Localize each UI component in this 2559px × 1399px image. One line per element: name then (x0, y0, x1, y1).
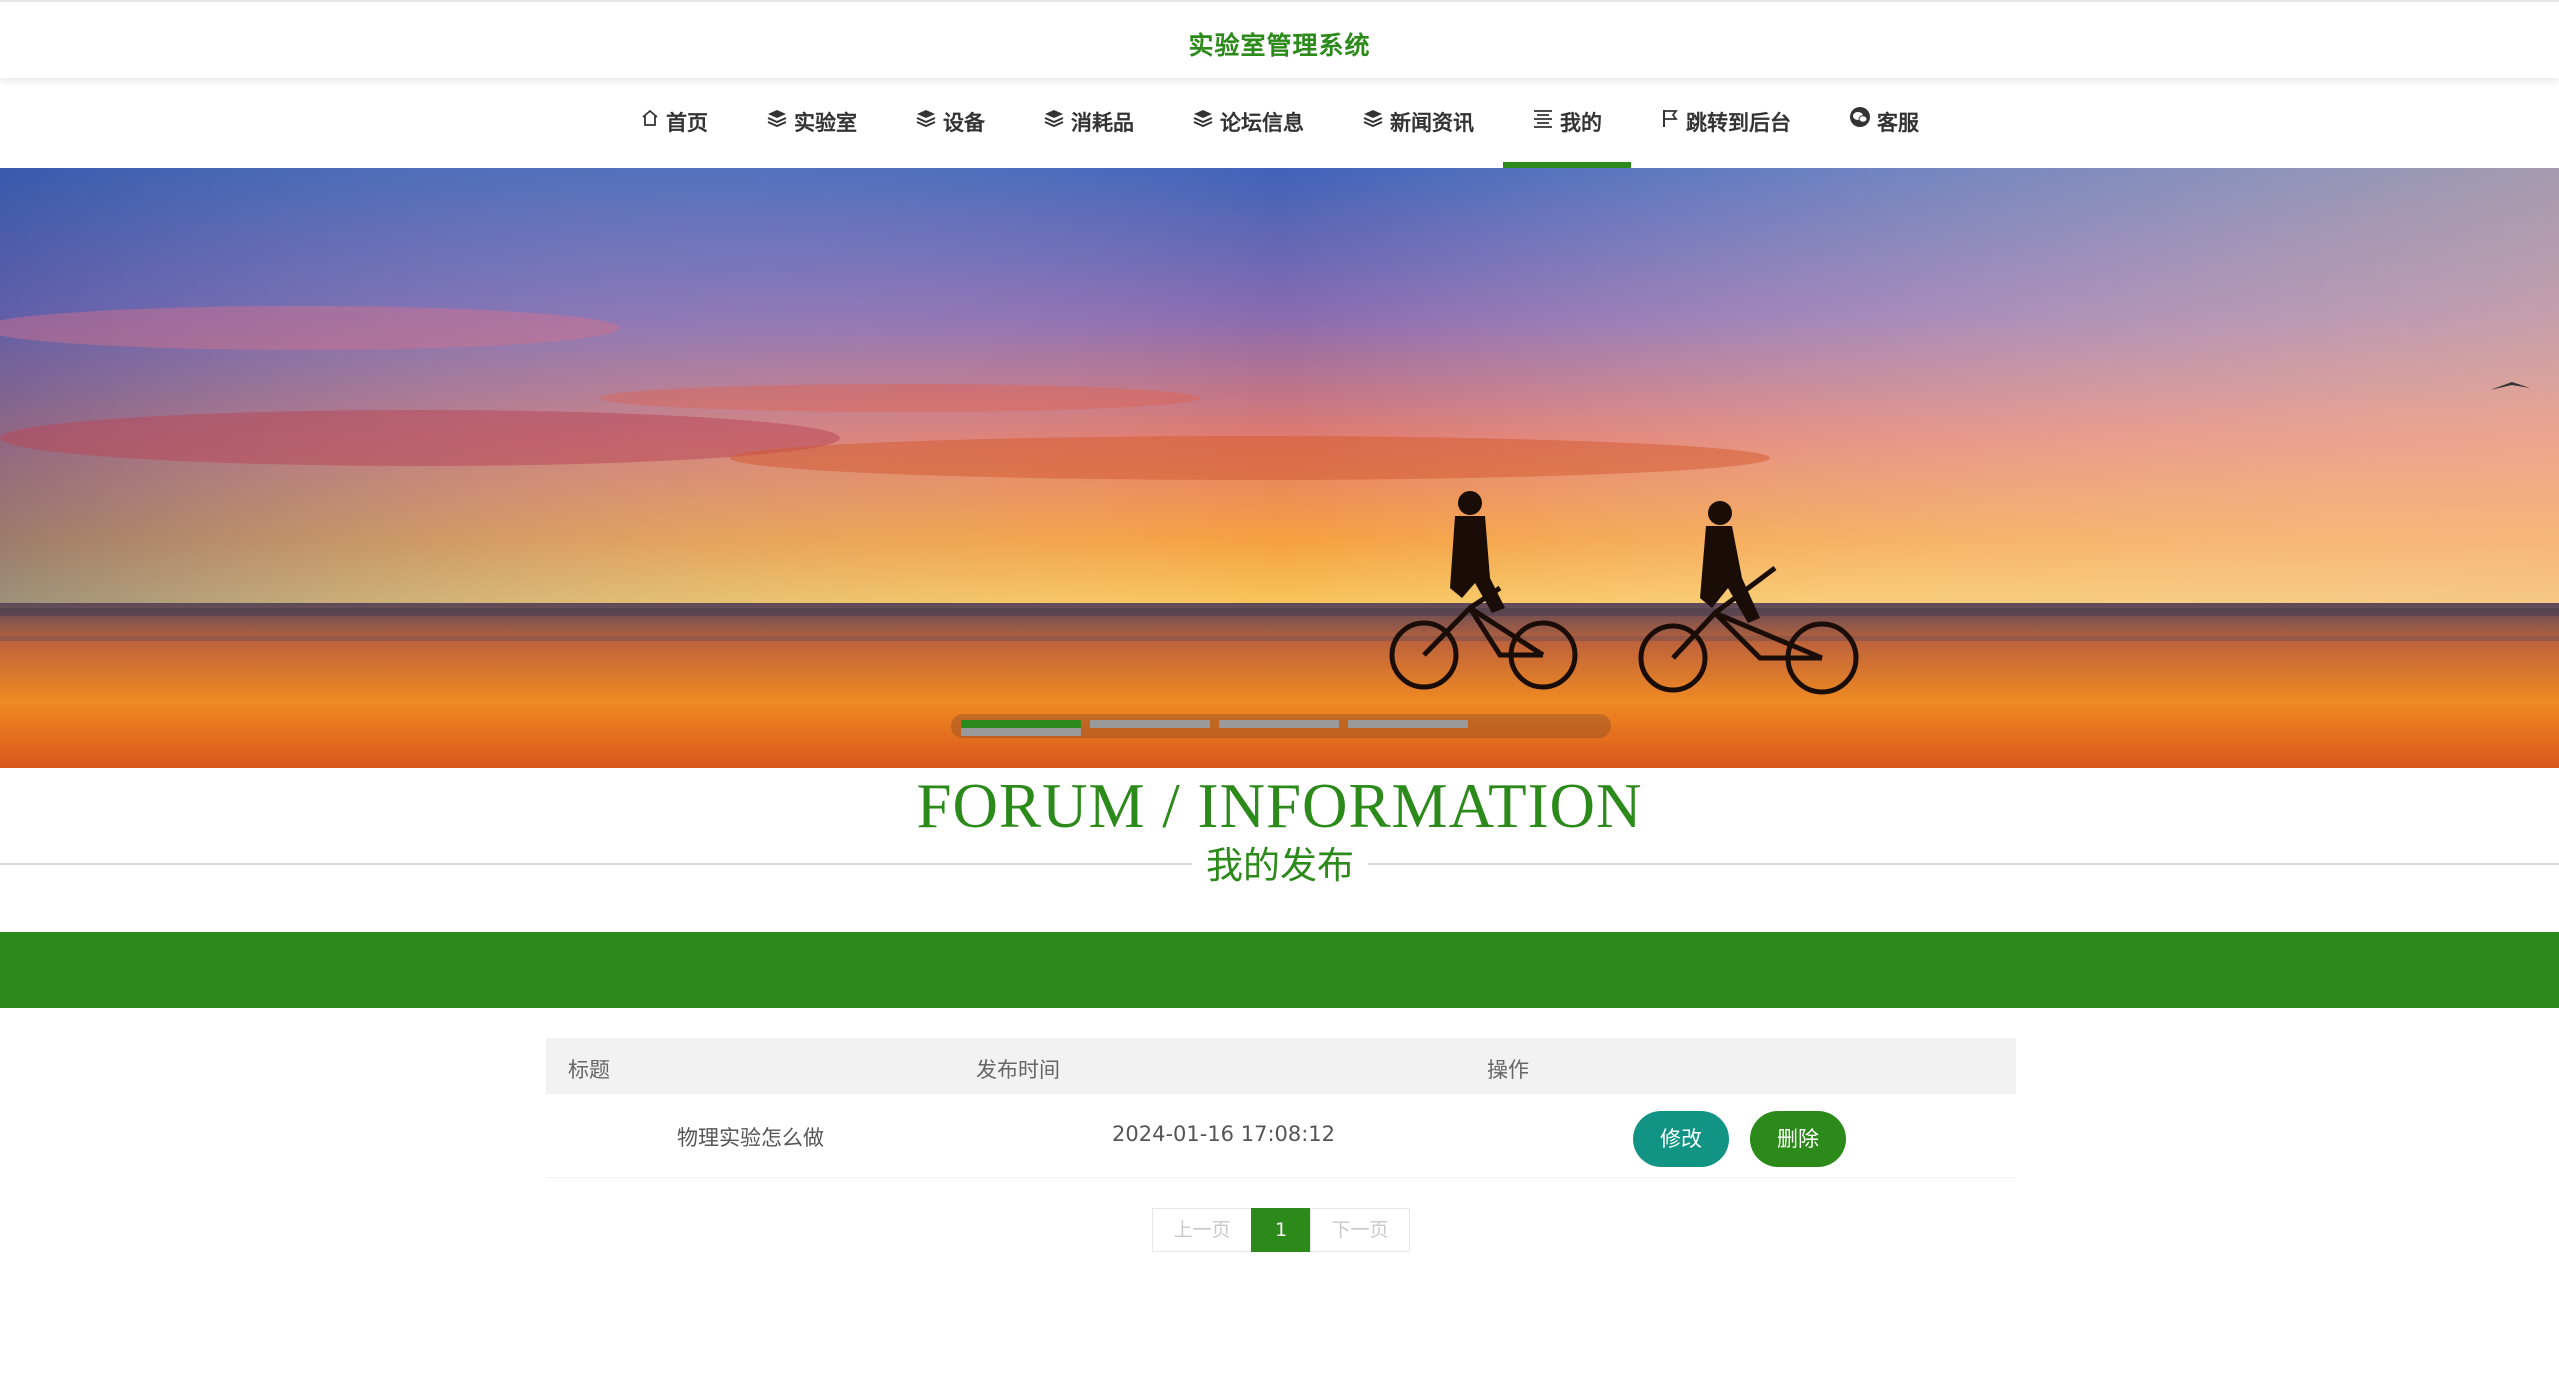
list-icon (1532, 79, 1554, 163)
nav-label: 首页 (666, 111, 708, 135)
posts-table: 标题 发布时间 操作 物理实验怎么做 2024-01-16 17:08:12 修… (546, 1038, 2016, 1178)
layers-icon (915, 79, 937, 163)
column-header-title: 标题 (568, 1058, 610, 1082)
prev-page-button[interactable]: 上一页 (1152, 1208, 1252, 1252)
home-icon (640, 79, 660, 163)
section-title-cn: 我的发布 (1192, 840, 1368, 892)
nav-item-admin[interactable]: 跳转到后台 (1631, 80, 1820, 168)
nav-item-equipment[interactable]: 设备 (886, 80, 1014, 168)
nav-label: 论坛信息 (1220, 111, 1304, 135)
nav-label: 客服 (1877, 111, 1919, 135)
nav-label: 新闻资讯 (1390, 111, 1474, 135)
title-bar: 实验室管理系统 (0, 0, 2559, 78)
nav-item-forum[interactable]: 论坛信息 (1163, 80, 1333, 168)
layers-icon (1192, 79, 1214, 163)
nav-label: 消耗品 (1071, 111, 1134, 135)
layers-icon (1043, 79, 1065, 163)
nav-item-service[interactable]: 客服 (1820, 80, 1948, 168)
table-header: 标题 发布时间 操作 (546, 1038, 2016, 1094)
carousel-dot[interactable] (1348, 720, 1468, 728)
layers-icon (766, 79, 788, 163)
column-header-time: 发布时间 (976, 1058, 1060, 1082)
carousel-indicators (951, 714, 1611, 738)
pagination: 上一页 1 下一页 (1152, 1208, 1410, 1252)
green-band (0, 932, 2559, 1008)
edit-button[interactable]: 修改 (1633, 1111, 1729, 1167)
next-page-button[interactable]: 下一页 (1310, 1208, 1410, 1252)
nav-label: 跳转到后台 (1686, 111, 1791, 135)
carousel-dot[interactable] (961, 720, 1081, 728)
main-nav: 首页 实验室 设备 消耗品 论坛信息 新闻资讯 我的 跳转到后台 客服 (0, 80, 2559, 168)
carousel-dot[interactable] (1219, 720, 1339, 728)
banner-carousel[interactable] (0, 168, 2559, 768)
carousel-dot[interactable] (961, 728, 1081, 736)
carousel-dot[interactable] (1090, 720, 1210, 728)
layers-icon (1362, 79, 1384, 163)
nav-item-home[interactable]: 首页 (611, 80, 737, 168)
nav-item-consumables[interactable]: 消耗品 (1014, 80, 1163, 168)
nav-item-news[interactable]: 新闻资讯 (1333, 80, 1503, 168)
nav-label: 实验室 (794, 111, 857, 135)
column-header-actions: 操作 (1487, 1058, 1529, 1082)
wechat-icon (1849, 79, 1871, 163)
post-time: 2024-01-16 17:08:12 (1112, 1122, 1336, 1146)
nav-label: 设备 (943, 111, 985, 135)
flag-icon (1660, 79, 1680, 163)
nav-item-mine[interactable]: 我的 (1503, 80, 1631, 168)
banner-image (0, 168, 2559, 768)
page-number-button[interactable]: 1 (1251, 1208, 1311, 1252)
delete-button[interactable]: 删除 (1750, 1111, 1846, 1167)
nav-item-lab[interactable]: 实验室 (737, 80, 886, 168)
table-row: 物理实验怎么做 2024-01-16 17:08:12 修改 删除 (546, 1094, 2016, 1178)
app-title: 实验室管理系统 (1188, 31, 1371, 60)
section-heading: FORUM / INFORMATION 我的发布 (0, 770, 2559, 892)
post-title: 物理实验怎么做 (677, 1126, 824, 1150)
nav-label: 我的 (1560, 111, 1602, 135)
section-title-en: FORUM / INFORMATION (916, 771, 1643, 841)
